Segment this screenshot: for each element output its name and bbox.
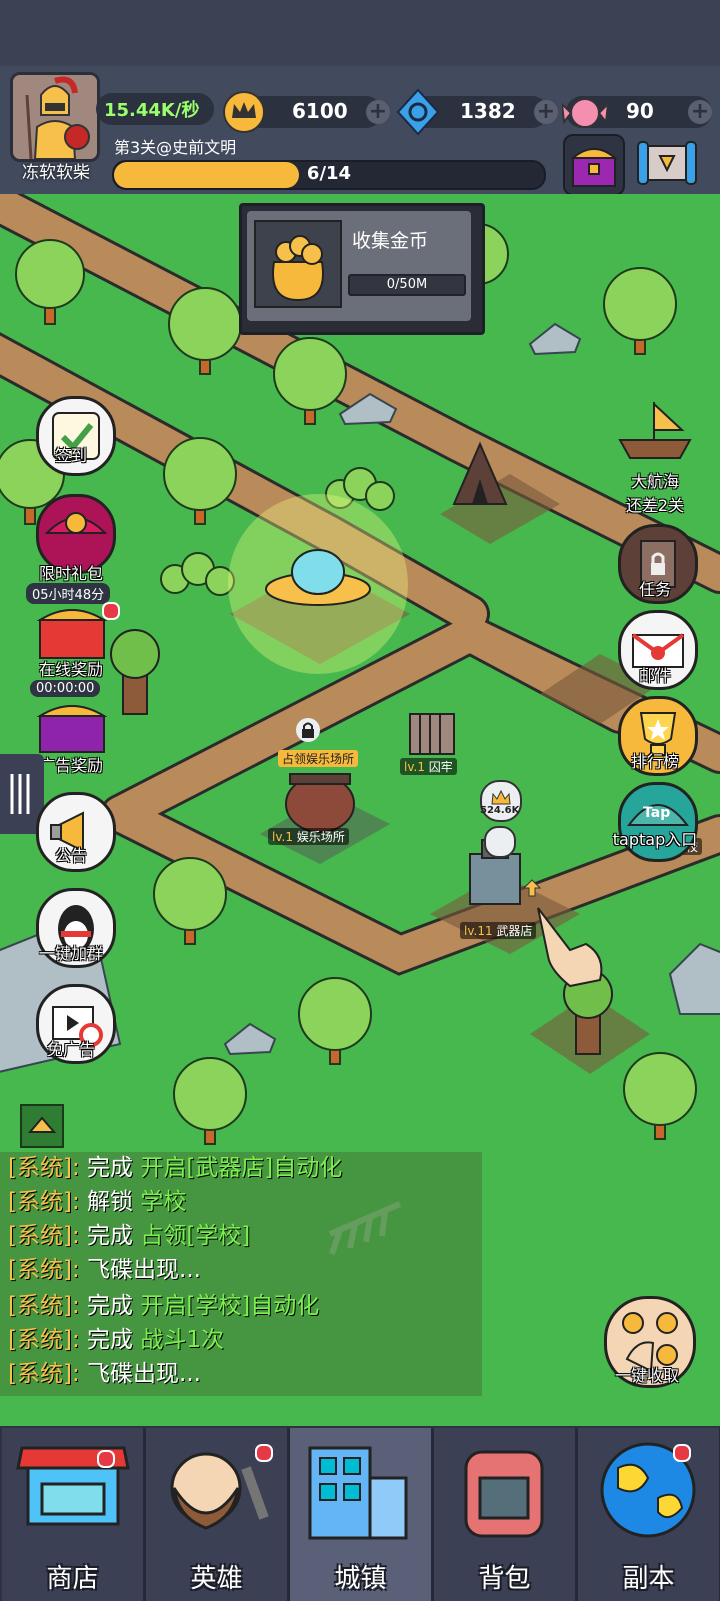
candy-icon: [560, 90, 610, 136]
tasks-label: 任务: [638, 580, 671, 599]
backpack-icon: [464, 1450, 544, 1538]
level-progress-label: 6/14: [306, 163, 352, 184]
ad-reward-button[interactable]: [34, 700, 112, 756]
tab-shop-label: 商店: [46, 1564, 99, 1594]
mail-label: 邮件: [638, 666, 671, 685]
quest-title: 收集金币: [352, 230, 429, 252]
chat-line: [系统]: 完成 开启[学校]自动化: [8, 1293, 320, 1319]
tab-dungeon[interactable]: 副本: [578, 1428, 720, 1601]
avatar[interactable]: [10, 72, 100, 162]
taptap-label: taptap入口: [612, 830, 698, 849]
tab-shop[interactable]: 商店: [2, 1428, 146, 1601]
status-bar: [0, 0, 720, 66]
gold-value: 6100: [292, 99, 348, 123]
entertainment-label[interactable]: lv.1 娱乐场所: [268, 828, 349, 845]
gem-value: 1382: [460, 99, 516, 123]
chat-line: [系统]: 飞碟出现...: [8, 1361, 201, 1387]
purple-chest-icon: [36, 705, 108, 753]
tab-backpack[interactable]: 背包: [434, 1428, 578, 1601]
tab-shop-badge: [97, 1450, 115, 1468]
quest-progress: 0/50M: [348, 274, 466, 296]
sailing-ship-icon: [618, 401, 692, 459]
taptap-button[interactable]: Tap: [618, 782, 698, 862]
globe-icon: [600, 1442, 696, 1538]
limited-gift-label: 限时礼包: [38, 564, 103, 583]
chat-line: [系统]: 完成 战斗1次: [8, 1327, 224, 1353]
chat-line: [系统]: 完成 开启[武器店]自动化: [8, 1155, 343, 1181]
no-ads-label: 免广告: [46, 1040, 95, 1059]
scroll-map-button[interactable]: [636, 138, 698, 188]
online-reward-timer: 00:00:00: [30, 680, 101, 697]
shop-storefront-icon: [16, 1446, 130, 1526]
prison-level: lv.1: [404, 760, 425, 774]
blue-gem-icon: [394, 88, 442, 136]
checkin-label: 签到: [54, 446, 87, 465]
upgrade-arrow-icon: [522, 878, 542, 898]
add-candy-button[interactable]: +: [688, 100, 712, 124]
weapon-shop-level: lv.11: [464, 924, 493, 938]
tab-town[interactable]: 城镇: [290, 1428, 434, 1601]
chat-line: [系统]: 解锁 学校: [8, 1189, 187, 1215]
tab-heroes-badge: [255, 1444, 273, 1462]
add-gold-button[interactable]: +: [366, 100, 390, 124]
voyage-button[interactable]: [610, 394, 700, 464]
prison-name: 囚牢: [428, 760, 453, 774]
join-group-label: 一键加群: [38, 944, 103, 963]
tab-heroes-label: 英雄: [190, 1564, 243, 1594]
chevron-up-icon: [27, 1116, 57, 1133]
hero-portrait-icon[interactable]: [484, 826, 516, 858]
online-reward-badge: [102, 602, 120, 620]
spartan-warrior-icon: [13, 75, 97, 159]
weapon-shop-reward: 524.6K: [480, 805, 520, 816]
chat-line: [系统]: 完成 占领[学校]: [8, 1223, 251, 1249]
taptap-logo-text: Tap: [643, 805, 671, 821]
online-reward-button[interactable]: [34, 604, 112, 662]
weapon-shop-label[interactable]: lv.11 武器店: [460, 922, 537, 939]
voyage-sublabel: 还差2关: [625, 496, 685, 515]
income-rate: 15.44K/秒: [104, 100, 200, 121]
prison-label[interactable]: lv.1 囚牢: [400, 758, 457, 775]
expand-chat-button[interactable]: [20, 1104, 64, 1148]
tutorial-hand-pointer-icon: [530, 900, 610, 990]
tab-heroes[interactable]: 英雄: [146, 1428, 290, 1601]
player-name: 冻软软柴: [22, 163, 90, 183]
collect-all-label: 一键收取: [614, 1366, 679, 1385]
voyage-label: 大航海: [630, 472, 679, 491]
ranking-label: 排行榜: [630, 752, 679, 771]
red-chest-icon: [36, 609, 108, 659]
tab-town-label: 城镇: [334, 1564, 387, 1594]
add-gem-button[interactable]: +: [534, 100, 558, 124]
entertainment-name: 娱乐场所: [296, 830, 345, 844]
crown-icon: [222, 90, 266, 134]
gold-sack-icon: [254, 220, 342, 308]
weapon-shop-name: 武器店: [496, 924, 533, 938]
entertainment-level: lv.1: [272, 830, 293, 844]
occupy-entertainment-label[interactable]: 占领娱乐场所: [278, 750, 359, 767]
tab-dungeon-label: 副本: [622, 1564, 675, 1594]
scroll-map-icon: [637, 141, 697, 185]
limited-gift-timer: 05小时48分: [26, 583, 111, 604]
lock-icon: [296, 718, 320, 742]
online-reward-label: 在线奖励: [38, 660, 103, 679]
treasure-chest-button[interactable]: [563, 134, 625, 196]
chat-line: [系统]: 飞碟出现...: [8, 1257, 201, 1283]
level-title: 第3关@史前文明: [114, 138, 237, 157]
treasure-chest-icon: [570, 148, 618, 187]
city-buildings-icon: [308, 1446, 408, 1540]
candy-value: 90: [626, 99, 654, 123]
tab-backpack-label: 背包: [478, 1564, 531, 1594]
notice-label: 公告: [54, 846, 87, 865]
tab-dungeon-badge: [673, 1444, 691, 1462]
